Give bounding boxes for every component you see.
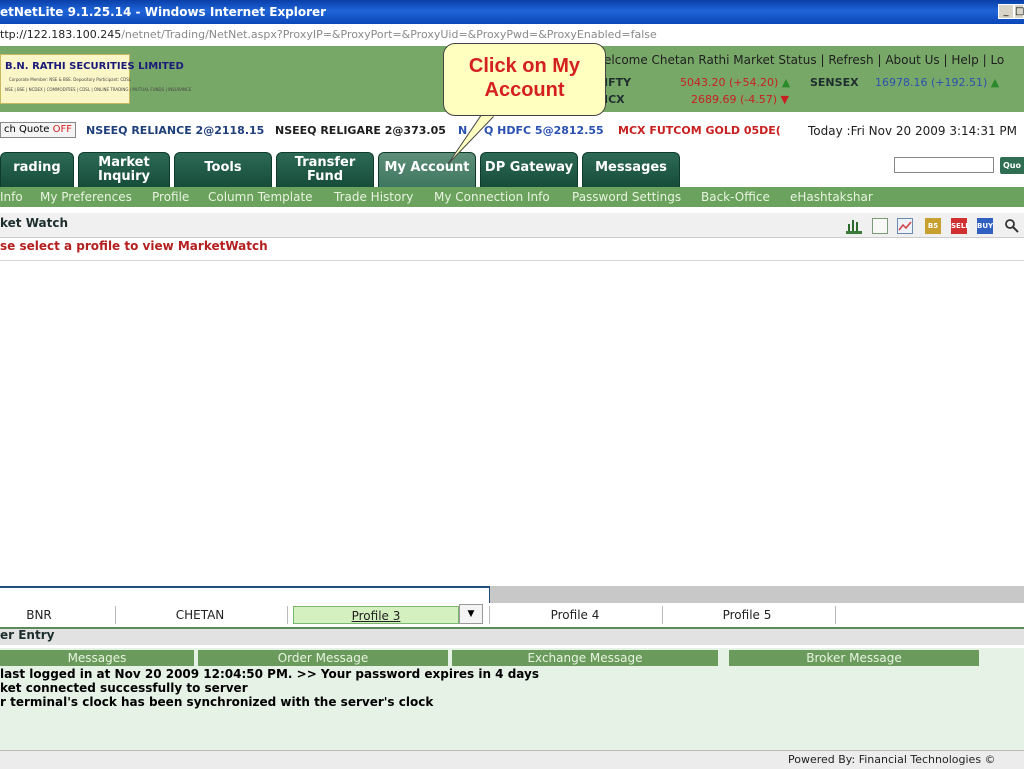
minimize-button[interactable]: _: [998, 4, 1014, 19]
link-about-us[interactable]: About Us: [885, 53, 939, 67]
mcx-value: 2689.69 (-4.57): [691, 93, 778, 106]
address-host: ttp://122.183.100.245: [0, 28, 122, 41]
profile-tab-profile-3[interactable]: Profile 3: [293, 606, 459, 624]
ticker-item[interactable]: MCX FUTCOM GOLD 05DE(: [618, 124, 781, 137]
message-line: r terminal's clock has been synchronized…: [0, 695, 434, 709]
link-market-status[interactable]: Market Status: [733, 53, 816, 67]
quote-button[interactable]: Quo: [1000, 157, 1024, 174]
market-watch-message: se select a profile to view MarketWatch: [0, 239, 268, 253]
submenu-info[interactable]: Info: [0, 190, 23, 204]
tab-tools[interactable]: Tools: [174, 152, 272, 187]
profile-area-shade: [490, 586, 1024, 603]
divider: [0, 260, 1024, 261]
welcome-links: elcome Chetan Rathi Market Status | Refr…: [604, 53, 1004, 67]
message-line: ket connected successfully to server: [0, 681, 248, 695]
sell-icon[interactable]: SELL: [951, 218, 970, 234]
message-line: last logged in at Nov 20 2009 12:04:50 P…: [0, 667, 539, 681]
quote-switch-label: ch Quote: [4, 124, 50, 135]
window-title: etNetLite 9.1.25.14 - Windows Internet E…: [0, 5, 327, 19]
address-url[interactable]: ttp://122.183.100.245/netnet/Trading/Net…: [0, 28, 657, 41]
logo-line-2: Corporate Member: NSE & BSE. Depository …: [9, 77, 131, 82]
profile-tab-chetan[interactable]: CHETAN: [130, 606, 270, 624]
link-separator: |: [982, 53, 987, 67]
link-refresh[interactable]: Refresh: [828, 53, 873, 67]
index-value-sensex: 16978.16 (+192.51) ▲: [875, 76, 999, 89]
buy-icon[interactable]: BUY: [977, 218, 993, 234]
quote-switch-state: OFF: [52, 124, 72, 135]
link-separator: |: [943, 53, 948, 67]
divider: [662, 606, 663, 624]
profile-area-border: [0, 586, 490, 603]
submenu-trade-history[interactable]: Trade History: [334, 190, 413, 204]
up-arrow-icon: ▲: [990, 76, 1000, 89]
link-separator: |: [820, 53, 825, 67]
quote-switch[interactable]: ch Quote OFF: [0, 122, 76, 138]
link-help[interactable]: Help: [951, 53, 978, 67]
profile-tab-profile-5[interactable]: Profile 5: [672, 606, 822, 624]
powered-by: Powered By: Financial Technologies ©: [788, 753, 996, 766]
b5-icon[interactable]: B5: [925, 218, 941, 234]
market-watch-title: ket Watch: [0, 216, 69, 230]
nifty-value: 5043.20 (+54.20): [680, 76, 779, 89]
magnifier-icon-graphic: [1005, 219, 1019, 233]
tab-messages[interactable]: Messages: [582, 152, 680, 187]
divider: [115, 606, 116, 624]
sensex-value: 16978.16 (+192.51): [875, 76, 988, 89]
submenu-profile[interactable]: Profile: [152, 190, 189, 204]
submenu-my-preferences[interactable]: My Preferences: [40, 190, 132, 204]
down-arrow-icon: ▼: [780, 93, 789, 106]
link-separator: |: [877, 53, 882, 67]
up-arrow-icon: ▲: [781, 76, 791, 89]
index-value-mcx: 2689.69 (-4.57) ▼: [691, 93, 789, 106]
welcome-text: elcome Chetan Rathi: [604, 53, 730, 67]
divider: [835, 606, 836, 624]
order-entry-title[interactable]: er Entry: [0, 628, 54, 642]
broker-logo: B.N. RATHI SECURITIES LIMITED Corporate …: [0, 54, 191, 104]
callout-annotation: Click on My Account: [443, 43, 606, 116]
profile-tab-bnr[interactable]: BNR: [0, 606, 78, 624]
document-icon[interactable]: [872, 218, 888, 234]
index-value-nifty: 5043.20 (+54.20) ▲: [680, 76, 790, 89]
magnifier-icon[interactable]: [1004, 218, 1020, 234]
logo-name: B.N. RATHI SECURITIES LIMITED: [5, 61, 184, 72]
divider: [489, 606, 490, 624]
message-tab-messages[interactable]: Messages: [0, 650, 194, 666]
market-watch-bar: [0, 213, 1024, 238]
submenu-back-office[interactable]: Back-Office: [701, 190, 770, 204]
restore-button[interactable]: □: [1014, 4, 1024, 19]
tab-transfer-fund[interactable]: Transfer Fund: [276, 152, 374, 187]
ticker-item[interactable]: NSEEQ RELIGARE 2@373.05: [275, 124, 446, 137]
logo-line-3: NSE | BSE | NCDEX | COMMODITIES | CDSL |…: [5, 87, 192, 92]
current-datetime: Today :Fri Nov 20 2009 3:14:31 PM: [808, 124, 1018, 138]
quote-symbol-input[interactable]: [894, 157, 994, 173]
bar-chart-icon[interactable]: [846, 218, 862, 234]
index-name-nifty: IFTY: [604, 76, 632, 89]
line-chart-icon-graphic: [898, 221, 912, 231]
ticker-item[interactable]: NSEEQ RELIANCE 2@2118.15: [86, 124, 264, 137]
tab-trading[interactable]: rading: [0, 152, 74, 187]
submenu-password-settings[interactable]: Password Settings: [572, 190, 681, 204]
window-title-bar: etNetLite 9.1.25.14 - Windows Internet E…: [0, 0, 1024, 24]
tab-market-inquiry[interactable]: Market Inquiry: [78, 152, 170, 187]
message-tab-exchange-message[interactable]: Exchange Message: [452, 650, 718, 666]
message-tab-broker-message[interactable]: Broker Message: [729, 650, 979, 666]
address-path: /netnet/Trading/NetNet.aspx?ProxyIP=&Pro…: [121, 28, 657, 41]
line-chart-icon[interactable]: [897, 218, 913, 234]
index-name-sensex: SENSEX: [810, 76, 859, 89]
index-name-mcx: ICX: [604, 93, 625, 106]
submenu-column-template[interactable]: Column Template: [208, 190, 313, 204]
submenu-my-connection-info[interactable]: My Connection Info: [434, 190, 550, 204]
message-tab-order-message[interactable]: Order Message: [198, 650, 448, 666]
bar-chart-icon-graphic: [848, 220, 858, 231]
divider: [287, 606, 288, 624]
order-entry-bar: [0, 627, 1024, 645]
profile-tab-profile-4[interactable]: Profile 4: [500, 606, 650, 624]
submenu-ehashtakshar[interactable]: eHashtakshar: [790, 190, 873, 204]
chevron-down-icon[interactable]: ▼: [459, 604, 483, 624]
link-logout[interactable]: Lo: [990, 53, 1004, 67]
